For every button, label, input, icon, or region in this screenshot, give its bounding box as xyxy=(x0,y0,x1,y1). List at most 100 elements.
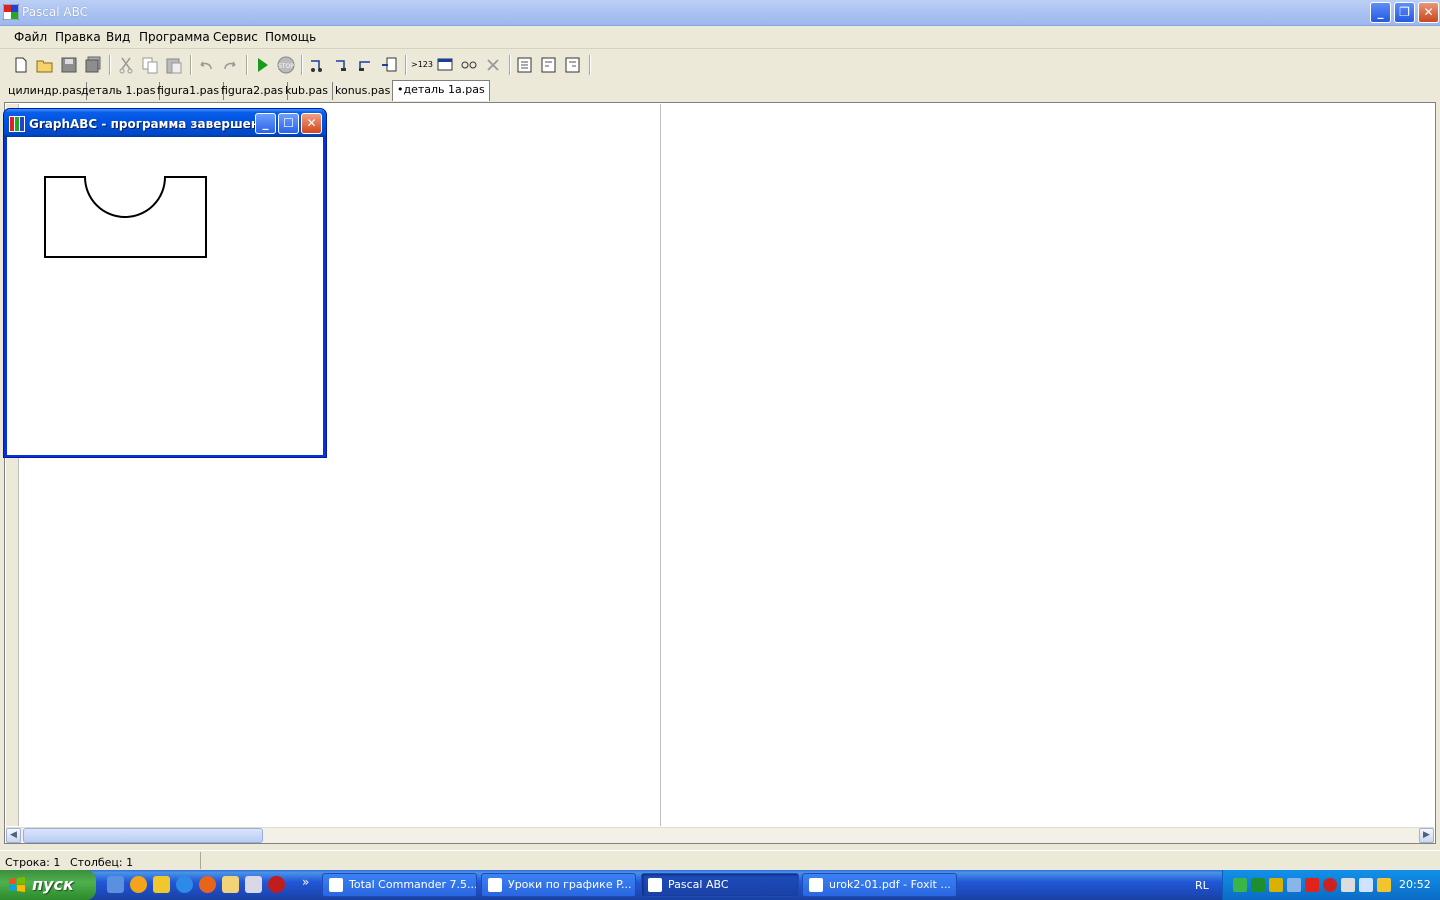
step-out-icon[interactable] xyxy=(355,55,375,75)
tab-figura2[interactable]: figura2.pas xyxy=(217,82,289,100)
windows-taskbar: пуск » Total Commander 7.5... Уроки по г… xyxy=(0,870,1440,900)
start-button[interactable]: пуск xyxy=(0,870,96,900)
system-tray: 20:52 xyxy=(1222,870,1440,900)
graphabc-title: GraphABC - программа завершена xyxy=(29,117,268,131)
minimize-button[interactable]: _ xyxy=(1370,2,1391,23)
run-icon[interactable] xyxy=(252,55,272,75)
run-to-cursor-icon[interactable] xyxy=(379,55,399,75)
total-commander-icon xyxy=(329,878,343,892)
tray-display-icon[interactable] xyxy=(1359,878,1373,892)
toolbar-separator xyxy=(509,55,511,75)
tray-network-icon[interactable] xyxy=(1233,878,1247,892)
toolbar-separator xyxy=(301,55,303,75)
new-file-icon[interactable] xyxy=(11,55,31,75)
close-icon[interactable] xyxy=(483,55,503,75)
menu-file[interactable]: Файл xyxy=(14,30,47,44)
quicklaunch-folder-icon[interactable] xyxy=(222,876,239,893)
quicklaunch-printer-icon[interactable] xyxy=(245,876,262,893)
status-bar: Строка: 1 Столбец: 1 xyxy=(0,850,1440,871)
menu-service[interactable]: Сервис xyxy=(213,30,258,44)
tab-cylinder[interactable]: цилиндр.pas xyxy=(4,82,87,100)
right-margin-line xyxy=(660,104,661,826)
close-button[interactable]: ✕ xyxy=(1418,2,1439,23)
status-divider xyxy=(200,852,201,869)
tray-antivirus-icon[interactable] xyxy=(1323,878,1337,892)
graphabc-title-bar[interactable]: GraphABC - программа завершена _ ☐ ✕ xyxy=(4,109,326,137)
toolbar-separator xyxy=(246,55,248,75)
menu-view[interactable]: Вид xyxy=(106,30,130,44)
step-over-icon[interactable] xyxy=(331,55,351,75)
output-window-icon[interactable] xyxy=(435,55,455,75)
graphabc-window[interactable]: GraphABC - программа завершена _ ☐ ✕ xyxy=(3,108,327,458)
language-indicator[interactable]: RL xyxy=(1195,879,1209,892)
redo-icon[interactable] xyxy=(220,55,240,75)
quicklaunch-opera-icon[interactable] xyxy=(268,876,285,893)
save-file-icon[interactable] xyxy=(59,55,79,75)
word-doc-icon xyxy=(488,878,502,892)
pascal-abc-icon xyxy=(648,878,662,892)
pascal-app-icon xyxy=(3,4,19,20)
drawn-figure xyxy=(44,176,207,258)
taskbar-item-lessons-doc[interactable]: Уроки по графике P... xyxy=(481,873,636,897)
tab-konus[interactable]: konus.pas xyxy=(331,82,396,100)
tray-k-icon[interactable] xyxy=(1269,878,1283,892)
copy-icon[interactable] xyxy=(140,55,160,75)
tab-detail-1[interactable]: деталь 1.pas xyxy=(77,82,161,100)
status-line: Строка: 1 xyxy=(5,856,61,869)
output-numbers-button[interactable]: >123 xyxy=(411,55,433,75)
tab-figura1[interactable]: figura1.pas xyxy=(153,82,225,100)
taskbar-item-foxit-pdf[interactable]: urok2-01.pdf - Foxit ... xyxy=(802,873,957,897)
horizontal-scrollbar[interactable]: ◀ ▶ xyxy=(6,827,1434,843)
taskbar-item-pascal-abc[interactable]: Pascal ABC xyxy=(641,873,799,897)
paste-icon[interactable] xyxy=(164,55,184,75)
open-file-icon[interactable] xyxy=(35,55,55,75)
quicklaunch-more-icon[interactable]: » xyxy=(302,875,309,889)
graphabc-close-button[interactable]: ✕ xyxy=(301,113,322,134)
save-all-icon[interactable] xyxy=(83,55,103,75)
menu-bar: Файл Правка Вид Программа Сервис Помощь xyxy=(0,26,1440,49)
restore-button[interactable]: ❐ xyxy=(1394,2,1415,23)
step-into-icon[interactable] xyxy=(307,55,327,75)
tab-kub[interactable]: kub.pas xyxy=(281,82,333,100)
toolbar: STOP >123 xyxy=(0,51,1440,79)
clock[interactable]: 20:52 xyxy=(1399,878,1431,891)
view-1-icon[interactable] xyxy=(515,55,535,75)
view-2-icon[interactable] xyxy=(539,55,559,75)
taskbar-item-total-commander[interactable]: Total Commander 7.5... xyxy=(322,873,477,897)
tray-h-icon[interactable] xyxy=(1251,878,1265,892)
menu-program[interactable]: Программа xyxy=(139,30,210,44)
menu-edit[interactable]: Правка xyxy=(55,30,101,44)
app-title-bar[interactable]: Pascal ABC _ ❐ ✕ xyxy=(0,0,1440,26)
toolbar-separator xyxy=(190,55,192,75)
status-column: Столбец: 1 xyxy=(70,856,134,869)
quicklaunch-triangle-icon[interactable] xyxy=(153,876,170,893)
file-tabs: цилиндр.pas деталь 1.pas figura1.pas fig… xyxy=(0,80,1440,102)
tab-detail-1a[interactable]: •деталь 1a.pas xyxy=(392,80,490,101)
scroll-thumb[interactable] xyxy=(23,828,263,843)
tray-speaker-icon[interactable] xyxy=(1377,878,1391,892)
quicklaunch-app-icon[interactable] xyxy=(130,876,147,893)
toolbar-separator xyxy=(589,55,591,75)
scroll-right-icon[interactable]: ▶ xyxy=(1419,828,1434,843)
undo-icon[interactable] xyxy=(196,55,216,75)
graphabc-canvas xyxy=(7,137,323,455)
tray-globe-icon[interactable] xyxy=(1287,878,1301,892)
tray-keyboard-icon[interactable] xyxy=(1341,878,1355,892)
quicklaunch-browser-icon[interactable] xyxy=(176,876,193,893)
view-3-icon[interactable] xyxy=(563,55,583,75)
quicklaunch-ie-icon[interactable] xyxy=(107,876,124,893)
watch-icon[interactable] xyxy=(459,55,479,75)
graphabc-maximize-button[interactable]: ☐ xyxy=(278,113,299,134)
app-title: Pascal ABC xyxy=(22,5,89,19)
scroll-left-icon[interactable]: ◀ xyxy=(6,828,21,843)
menu-help[interactable]: Помощь xyxy=(265,30,316,44)
quicklaunch-firefox-icon[interactable] xyxy=(199,876,216,893)
toolbar-separator xyxy=(109,55,111,75)
tray-ati-icon[interactable] xyxy=(1305,878,1319,892)
cut-icon[interactable] xyxy=(116,55,136,75)
start-label: пуск xyxy=(32,875,74,894)
toolbar-separator xyxy=(405,55,407,75)
pdf-icon xyxy=(809,878,823,892)
stop-icon[interactable]: STOP xyxy=(276,55,296,75)
graphabc-minimize-button[interactable]: _ xyxy=(255,113,276,134)
